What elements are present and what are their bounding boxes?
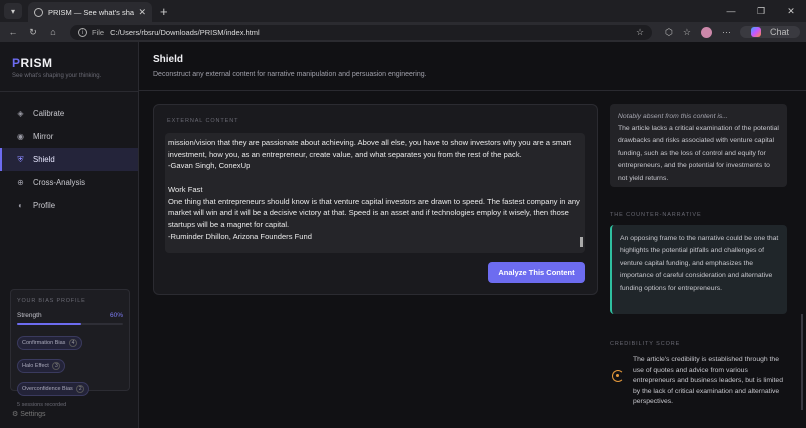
bias-chip[interactable]: Overconfidence Bias 2: [17, 382, 90, 396]
settings-gear-icon: ⚙: [12, 411, 19, 418]
sidebar-item-shield[interactable]: ⛨ Shield: [0, 148, 138, 171]
credibility-row: The article's credibility is established…: [610, 355, 787, 408]
cross-analysis-icon: ⊕: [17, 178, 24, 187]
textarea-scrollbar[interactable]: [580, 237, 583, 247]
bias-chip-label: Confirmation Bias: [22, 340, 66, 346]
sidebar-item-label: Shield: [33, 155, 55, 164]
browser-tab-strip: ▾ PRISM — See what's shaping your ✕ + — …: [0, 0, 806, 22]
sidebar-item-label: Calibrate: [33, 109, 65, 118]
page-description: Deconstruct any external content for nar…: [153, 71, 427, 78]
page-title: Shield: [153, 54, 184, 65]
window-controls: — ❐ ✕: [716, 0, 806, 22]
shield-icon: ⛨: [17, 154, 24, 164]
strength-bar-fill: [17, 323, 81, 325]
bias-chip[interactable]: Halo Effect 3: [17, 359, 66, 373]
sidebar-item-label: Mirror: [33, 132, 54, 141]
tab-list-chevron-icon[interactable]: ▾: [4, 3, 22, 19]
credibility-score-label: CREDIBILITY SCORE: [610, 341, 681, 347]
external-content-label: EXTERNAL CONTENT: [167, 118, 239, 124]
sidebar-item-label: Profile: [33, 201, 56, 210]
analyze-button[interactable]: Analyze This Content: [488, 262, 585, 283]
absent-content-card: Notably absent from this content is... T…: [610, 104, 787, 187]
browser-tab[interactable]: PRISM — See what's shaping your ✕: [28, 2, 152, 22]
strength-value: 60%: [109, 312, 123, 319]
browser-toolbar-icons: ⬡ ☆ ··· Chat: [660, 26, 800, 38]
external-content-card: EXTERNAL CONTENT mission/vision that the…: [153, 104, 598, 295]
brand: PRISM See what's shaping your thinking.: [0, 42, 138, 92]
info-icon[interactable]: i: [78, 27, 87, 37]
restore-icon[interactable]: ❐: [746, 0, 776, 22]
strength-bar: [17, 323, 123, 325]
profile-icon: ◐: [18, 201, 23, 210]
calibrate-icon: ◈: [17, 109, 24, 118]
sessions-recorded: 5 sessions recorded: [17, 402, 67, 408]
prism-app: PRISM See what's shaping your thinking. …: [0, 42, 806, 428]
tab-title: PRISM — See what's shaping your: [48, 7, 135, 17]
bias-chip-count: 4: [68, 339, 77, 347]
address-input[interactable]: i File C:/Users/rbsru/Downloads/PRISM/in…: [70, 24, 653, 40]
extensions-icon[interactable]: ⬡: [665, 27, 673, 38]
credibility-body: The article's credibility is established…: [633, 356, 783, 405]
file-label: File: [92, 27, 105, 37]
counter-narrative-label: THE COUNTER-NARRATIVE: [610, 212, 702, 218]
bias-chip-count: 3: [52, 362, 61, 370]
new-tab-plus-icon[interactable]: +: [160, 4, 168, 19]
bias-chip-count: 2: [76, 385, 85, 393]
close-window-icon[interactable]: ✕: [776, 0, 806, 22]
external-content-text: mission/vision that they are passionate …: [168, 138, 580, 241]
favorite-star-icon[interactable]: ☆: [636, 27, 644, 38]
sidebar-item-cross-analysis[interactable]: ⊕ Cross-Analysis: [0, 171, 138, 194]
bias-chip-label: Overconfidence Bias: [22, 386, 73, 392]
counter-narrative-card: An opposing frame to the narrative could…: [610, 225, 787, 314]
bias-chip[interactable]: Confirmation Bias 4: [17, 336, 82, 350]
strength-label: Strength: [17, 312, 42, 319]
profile-avatar[interactable]: [700, 26, 712, 38]
results-scrollbar[interactable]: [801, 314, 803, 410]
bias-profile-card: YOUR BIAS PROFILE Strength 60% Confirmat…: [10, 289, 130, 408]
chat-label: Chat: [769, 27, 789, 37]
bias-profile-heading: YOUR BIAS PROFILE: [17, 298, 86, 304]
bias-chip-label: Halo Effect: [22, 363, 49, 369]
close-tab-icon[interactable]: ✕: [138, 7, 146, 18]
back-arrow-icon[interactable]: ←: [6, 27, 20, 37]
mirror-icon: ◉: [17, 132, 24, 141]
sidebar-nav: ◈ Calibrate ◉ Mirror ⛨ Shield ⊕ Cross-An…: [0, 92, 138, 217]
copilot-icon: [750, 27, 761, 37]
header-divider: [139, 90, 806, 91]
home-icon[interactable]: ⌂: [46, 27, 60, 37]
settings-link[interactable]: ⚙ Settings: [12, 410, 46, 418]
brand-initial: P: [12, 56, 21, 70]
analysis-results: Notably absent from this content is... T…: [610, 104, 787, 408]
absent-heading: Notably absent from this content is...: [618, 113, 728, 120]
copilot-chat-button[interactable]: Chat: [739, 26, 800, 38]
external-content-textarea[interactable]: mission/vision that they are passionate …: [165, 133, 585, 253]
favorites-icon[interactable]: ☆: [683, 27, 691, 38]
globe-icon: [34, 7, 43, 17]
settings-label: Settings: [20, 411, 46, 418]
sidebar: PRISM See what's shaping your thinking. …: [0, 42, 139, 428]
absent-body: The article lacks a critical examination…: [618, 125, 779, 182]
address-toolbar: ← ↻ ⌂ i File C:/Users/rbsru/Downloads/PR…: [0, 22, 806, 42]
brand-rest: RISM: [20, 56, 53, 70]
bias-chips: Confirmation Bias 4 Halo Effect 3 Overco…: [17, 331, 123, 400]
refresh-icon[interactable]: ↻: [26, 27, 40, 38]
sidebar-item-calibrate[interactable]: ◈ Calibrate: [0, 102, 138, 125]
brand-tagline: See what's shaping your thinking.: [12, 73, 102, 79]
main-content: Shield Deconstruct any external content …: [139, 42, 806, 428]
more-options-icon[interactable]: ···: [722, 27, 731, 37]
sidebar-item-label: Cross-Analysis: [33, 178, 85, 187]
brand-title: PRISM: [12, 56, 126, 70]
credibility-gauge-icon: [612, 370, 624, 382]
sidebar-item-mirror[interactable]: ◉ Mirror: [0, 125, 138, 148]
sidebar-item-profile[interactable]: ◐ Profile: [0, 194, 138, 217]
minimize-icon[interactable]: —: [716, 0, 746, 22]
url-text: C:/Users/rbsru/Downloads/PRISM/index.htm…: [110, 27, 260, 37]
strength-row: Strength 60%: [17, 312, 123, 319]
